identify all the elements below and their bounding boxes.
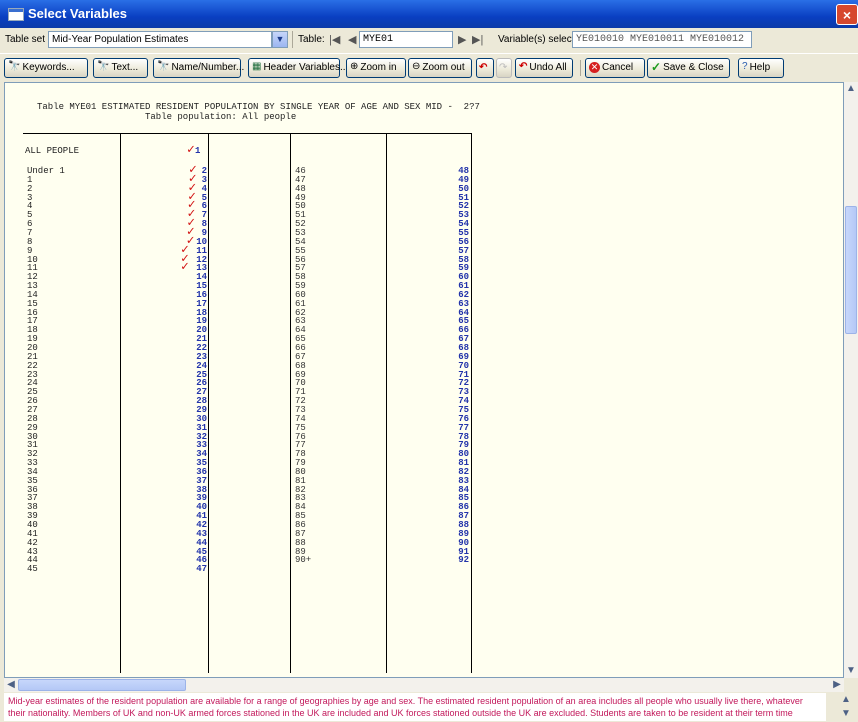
table-description: Mid-year estimates of the resident popul… — [4, 693, 826, 721]
text-search-button[interactable]: 🔭 Text... — [93, 58, 148, 78]
binoculars-icon: 🔭 — [8, 61, 21, 73]
scroll-up-icon[interactable]: ▲ — [844, 82, 858, 96]
checkmark-icon: ✓ — [187, 142, 195, 157]
cancel-button[interactable]: ✕ Cancel — [585, 58, 645, 78]
magnifier-plus-icon: ⊕ — [350, 61, 359, 73]
table-set-dropdown[interactable]: Mid-Year Population Estimates — [48, 31, 272, 48]
checkmark-icon: ✓ — [651, 60, 662, 75]
column-rule — [471, 133, 472, 673]
header-variables-button[interactable]: ▦ Header Variables... — [248, 58, 348, 78]
scroll-left-icon[interactable]: ◀ — [4, 678, 18, 692]
table-label: Table: — [298, 34, 325, 45]
column-rule — [290, 133, 291, 673]
column-rule — [120, 133, 121, 673]
table-top-rule — [23, 133, 471, 134]
table-selection-bar: Table set Mid-Year Population Estimates … — [0, 28, 858, 52]
undo-all-button[interactable]: ↶ Undo All — [515, 58, 573, 78]
cell-value[interactable]: 47 — [196, 565, 207, 575]
window-title: Select Variables — [28, 6, 128, 21]
row-header-all-people: ALL PEOPLE — [25, 146, 80, 156]
zoom-in-button[interactable]: ⊕ Zoom in — [346, 58, 406, 78]
table-document: Table MYE01 ESTIMATED RESIDENT POPULATIO… — [5, 83, 843, 677]
column-rule — [386, 133, 387, 673]
binoculars-icon: 🔭 — [97, 61, 110, 73]
undo-all-icon: ↶ — [519, 61, 528, 73]
close-button[interactable]: × — [836, 4, 858, 25]
table-preview[interactable]: Table MYE01 ESTIMATED RESIDENT POPULATIO… — [4, 82, 844, 678]
last-table-icon[interactable]: ▶| — [472, 33, 483, 46]
first-table-icon[interactable]: |◀ — [329, 33, 340, 46]
undo-icon[interactable]: ↶ — [476, 58, 494, 78]
horizontal-scrollbar[interactable]: ◀ ▶ — [4, 678, 844, 692]
scrollbar-thumb[interactable] — [845, 206, 857, 334]
chevron-down-icon[interactable]: ▼ — [272, 31, 288, 48]
scrollbar-thumb[interactable] — [18, 679, 186, 691]
table-subtitle: Table population: All people — [145, 112, 297, 122]
table-icon: ▦ — [252, 61, 262, 73]
table-input[interactable]: MYE01 — [359, 31, 453, 48]
cell-value[interactable]: 92 — [458, 556, 469, 566]
table-set-label: Table set — [5, 34, 46, 45]
help-button[interactable]: ? Help — [738, 58, 784, 78]
window-icon — [8, 8, 24, 21]
save-close-button[interactable]: ✓ Save & Close — [647, 58, 730, 78]
scroll-down-icon[interactable]: ▼ — [844, 664, 858, 678]
all-people-cell[interactable]: 1 — [195, 146, 200, 157]
title-bar: Select Variables × — [0, 0, 858, 28]
variables-selected-field[interactable]: YE010010 MYE010011 MYE010012 — [572, 31, 752, 48]
description-scrollbar[interactable]: ▲ ▼ — [838, 693, 854, 721]
age-label: Under 1 — [27, 166, 65, 176]
divider — [292, 31, 293, 48]
magnifier-minus-icon: ⊖ — [412, 61, 421, 73]
binoculars-icon: 🔭 — [157, 61, 170, 73]
zoom-out-button[interactable]: ⊖ Zoom out — [408, 58, 472, 78]
column-rule — [208, 133, 209, 673]
age-label: 90+ — [295, 555, 312, 566]
age-label: 45 — [27, 564, 38, 575]
keywords-button[interactable]: 🔭 Keywords... — [4, 58, 88, 78]
next-table-icon[interactable]: ▶ — [458, 33, 466, 46]
scroll-right-icon[interactable]: ▶ — [830, 678, 844, 692]
vertical-scrollbar[interactable]: ▲ ▼ — [844, 82, 858, 678]
checkmark-icon: ✓ — [181, 259, 189, 275]
action-toolbar: 🔭 Keywords... 🔭 Text... 🔭 Name/Number... ▦ H… — [0, 53, 858, 82]
help-icon: ? — [742, 61, 748, 73]
redo-icon[interactable]: ↷ — [496, 58, 512, 78]
divider — [580, 60, 581, 76]
scroll-down-icon[interactable]: ▼ — [839, 707, 853, 721]
name-number-button[interactable]: 🔭 Name/Number... — [153, 58, 244, 78]
cancel-icon: ✕ — [589, 61, 600, 73]
scroll-up-icon[interactable]: ▲ — [839, 693, 853, 707]
previous-table-icon[interactable]: ◀ — [348, 33, 356, 46]
